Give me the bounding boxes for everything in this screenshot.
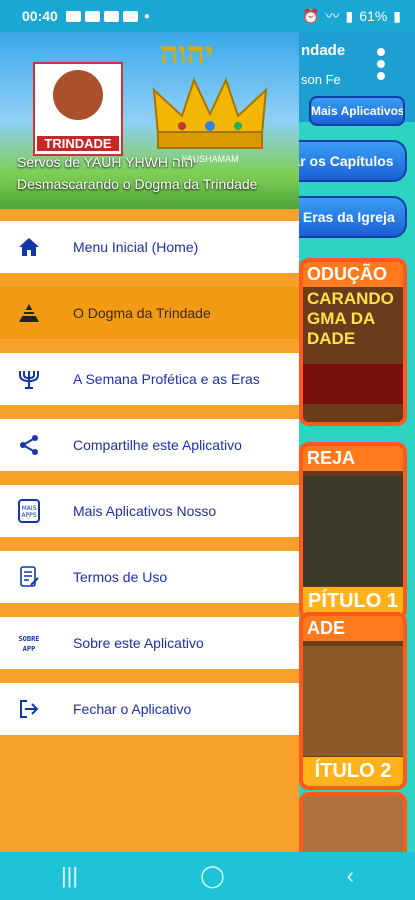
status-time: 00:40 [22, 8, 58, 24]
svg-text:MAIS: MAIS [22, 505, 37, 512]
chapter-card-intro[interactable]: ODUÇÃO CARANDO GMA DA DADE [299, 258, 407, 426]
menu-item-label: Mais Aplicativos Nosso [73, 503, 217, 519]
mais-apps-icon: MAIS APPS [16, 498, 42, 524]
overflow-menu-icon[interactable] [377, 48, 385, 84]
share-icon [16, 432, 42, 458]
card-image [303, 646, 403, 756]
menu-item-home[interactable]: Menu Inicial (Home) [0, 221, 299, 273]
menu-item-dogma[interactable]: O Dogma da Trindade [0, 287, 299, 339]
toolbar-subtitle: son Fe [301, 72, 341, 87]
status-bar: 00:40 ● ⏰ 〰 ▮ 61% ▮ [0, 0, 415, 32]
menorah-icon [16, 366, 42, 392]
menu-item-fechar[interactable]: Fechar o Aplicativo [0, 683, 299, 735]
menu-item-label: O Dogma da Trindade [73, 305, 211, 321]
mais-aplicativos-button[interactable]: Mais Aplicativos [309, 96, 405, 126]
menu-item-sobre[interactable]: SOBRE APP Sobre este Aplicativo [0, 617, 299, 669]
navigation-drawer: TRINDADE יהוה YAUSHAMAM Servos de YAUH Y… [0, 32, 299, 852]
svg-text:SOBRE: SOBRE [18, 635, 39, 643]
menu-item-label: A Semana Profética e as Eras [73, 371, 260, 387]
background-app: ndade son Fe Mais Aplicativos ar os Capí… [279, 32, 415, 876]
svg-text:APP: APP [23, 645, 36, 653]
chapter-card-1[interactable]: REJA PÍTULO 1 [299, 442, 407, 620]
wifi-icon: 〰 [325, 8, 340, 24]
logo-label: TRINDADE [37, 136, 119, 151]
chapter-card-2[interactable]: ADE ÍTULO 2 [299, 612, 407, 790]
home-nav-icon[interactable]: ◯ [200, 863, 225, 889]
menu-item-semana[interactable]: A Semana Profética e as Eras [0, 353, 299, 405]
card-top-label: REJA [303, 446, 403, 471]
battery-icon: ▮ [393, 7, 401, 24]
menu-item-label: Sobre este Aplicativo [73, 635, 204, 651]
exit-icon [16, 696, 42, 722]
card-top-label: ODUÇÃO [303, 262, 403, 287]
drawer-header: TRINDADE יהוה YAUSHAMAM Servos de YAUH Y… [0, 32, 299, 209]
crown-icon [152, 77, 268, 149]
notification-icons [65, 10, 138, 22]
recents-icon[interactable]: ||| [61, 863, 78, 889]
card-image [303, 476, 403, 586]
system-nav-bar: ||| ◯ ‹ [0, 852, 415, 900]
alarm-icon: ⏰ [302, 7, 320, 24]
signal-icon: ▮ [345, 7, 354, 24]
menu-item-label: Compartilhe este Aplicativo [73, 437, 242, 453]
card-title: CARANDO GMA DA DADE [307, 289, 394, 348]
menu-item-label: Menu Inicial (Home) [73, 239, 199, 255]
trindade-logo: TRINDADE [33, 62, 123, 156]
home-icon [16, 234, 42, 260]
card-top-label: ADE [303, 616, 403, 641]
menu-item-termos[interactable]: Termos de Uso [0, 551, 299, 603]
menu-item-label: Fechar o Aplicativo [73, 701, 192, 717]
svg-text:APPS: APPS [21, 512, 36, 519]
sobre-app-icon: SOBRE APP [16, 630, 42, 656]
menu-item-label: Termos de Uso [73, 569, 168, 585]
logo-figure [53, 70, 103, 120]
drawer-title: Servos de YAUH YHWH יהוה [17, 154, 197, 170]
toolbar-title: ndade [301, 42, 346, 59]
menu-item-share[interactable]: Compartilhe este Aplicativo [0, 419, 299, 471]
pyramid-icon [16, 300, 42, 326]
terms-icon [16, 564, 42, 590]
back-icon[interactable]: ‹ [347, 863, 354, 889]
menu-item-mais-apps[interactable]: MAIS APPS Mais Aplicativos Nosso [0, 485, 299, 537]
card-image [303, 364, 403, 404]
notification-dot-icon: ● [143, 10, 150, 22]
card-footer: ÍTULO 2 [303, 757, 403, 786]
drawer-subtitle: Desmascarando o Dogma da Trindade [17, 176, 258, 192]
battery-text: 61% [359, 8, 388, 24]
hebrew-name: יהוה [160, 34, 214, 72]
